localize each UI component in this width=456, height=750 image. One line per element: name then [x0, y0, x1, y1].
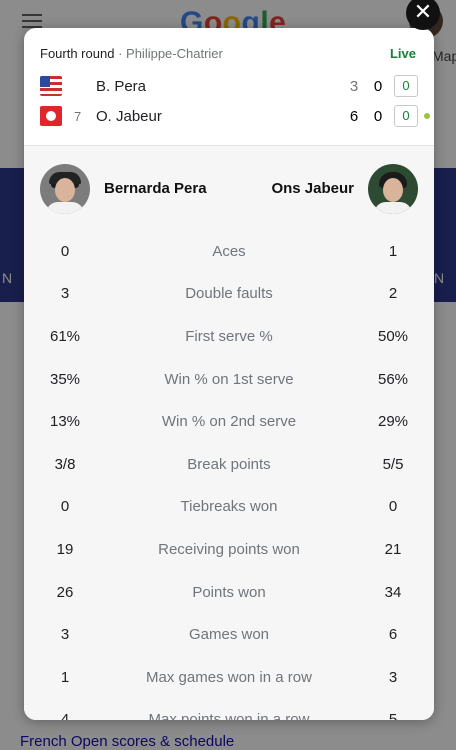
stat-value-player-2: 34: [384, 583, 402, 601]
stat-value-player-2: 5/5: [382, 455, 404, 473]
player-2-full-name: Ons Jabeur: [271, 180, 354, 197]
stat-value-player-2: 29%: [377, 413, 409, 431]
player-1-photo: [40, 164, 90, 214]
stat-label: Receiving points won: [158, 540, 300, 558]
scoreboard-row-player-2: 7 O. Jabeur 6 0 0: [40, 104, 430, 128]
stats-table: 0 Aces 1 3 Double faults 2 61% First serve % 50%…: [24, 230, 434, 720]
separator: ·: [118, 46, 123, 61]
stat-row: 3 Double faults 2: [24, 273, 434, 316]
stat-label: Break points: [187, 455, 271, 473]
set-score: 3: [349, 77, 359, 95]
stat-row: 1 Max games won in a row 3: [24, 656, 434, 699]
player-name: O. Jabeur: [96, 107, 162, 125]
stat-value-player-1: 1: [60, 668, 70, 686]
stat-label: Win % on 1st serve: [164, 370, 294, 388]
round-line: Fourth round · Philippe-Chatrier: [40, 46, 418, 61]
set-score: 0: [373, 77, 383, 95]
stat-value-player-1: 3: [60, 285, 70, 303]
seed: 7: [74, 108, 82, 124]
stat-value-player-1: 19: [56, 540, 74, 558]
stat-label: Max points won in a row: [148, 711, 310, 720]
stat-row: 13% Win % on 2nd serve 29%: [24, 400, 434, 443]
stat-label: Max games won in a row: [146, 668, 312, 686]
stat-value-player-1: 61%: [49, 327, 81, 345]
scoreboard-row-player-1: B. Pera 3 0 0: [40, 74, 418, 98]
stat-value-player-2: 6: [388, 626, 398, 644]
live-badge: Live: [389, 46, 416, 61]
stat-label: Win % on 2nd serve: [161, 413, 297, 431]
set-score: 6: [349, 107, 359, 125]
serving-indicator-icon: [424, 113, 430, 119]
stat-row: 0 Aces 1: [24, 230, 434, 273]
stat-value-player-2: 21: [384, 540, 402, 558]
current-game-score: 0: [394, 75, 418, 97]
current-game-score: 0: [394, 105, 418, 127]
venue-label: Philippe-Chatrier: [126, 46, 223, 61]
stat-value-player-2: 0: [388, 498, 398, 516]
stat-value-player-1: 0: [60, 498, 70, 516]
stat-row: 4 Max points won in a row 5: [24, 699, 434, 720]
stat-value-player-2: 2: [388, 285, 398, 303]
stat-value-player-1: 26: [56, 583, 74, 601]
stat-value-player-1: 4: [60, 711, 70, 720]
player-1-full-name: Bernarda Pera: [104, 180, 207, 197]
stat-value-player-1: 3/8: [54, 455, 76, 473]
stat-value-player-1: 0: [60, 242, 70, 260]
stat-value-player-2: 50%: [377, 327, 409, 345]
stat-label: Points won: [192, 583, 266, 601]
stat-value-player-2: 3: [388, 668, 398, 686]
stats-players-header: Bernarda Pera Ons Jabeur: [24, 146, 434, 230]
stat-label: First serve %: [185, 327, 273, 345]
match-stats-dialog: Fourth round · Philippe-Chatrier Live B.…: [24, 28, 434, 720]
stat-row: 19 Receiving points won 21: [24, 528, 434, 571]
stat-label: Double faults: [185, 285, 273, 303]
stat-value-player-1: 35%: [49, 370, 81, 388]
player-name: B. Pera: [96, 77, 147, 95]
stat-label: Games won: [188, 626, 270, 644]
stat-row: 26 Points won 34: [24, 571, 434, 614]
stat-row: 0 Tiebreaks won 0: [24, 486, 434, 529]
stat-label: Tiebreaks won: [180, 498, 278, 516]
tn-flag-icon: [40, 106, 62, 126]
stat-row: 3 Games won 6: [24, 613, 434, 656]
player-2-photo: [368, 164, 418, 214]
stats-panel[interactable]: Bernarda Pera Ons Jabeur 0 Aces 1 3 Double f…: [24, 146, 434, 720]
stat-row: 61% First serve % 50%: [24, 315, 434, 358]
stat-value-player-2: 56%: [377, 370, 409, 388]
stat-value-player-1: 3: [60, 626, 70, 644]
stat-label: Aces: [212, 242, 246, 260]
stat-row: 3/8 Break points 5/5: [24, 443, 434, 486]
stat-value-player-1: 13%: [49, 413, 81, 431]
stat-value-player-2: 5: [388, 711, 398, 720]
stat-row: 35% Win % on 1st serve 56%: [24, 358, 434, 401]
set-score: 0: [373, 107, 383, 125]
stat-value-player-2: 1: [388, 242, 398, 260]
scoreboard[interactable]: Fourth round · Philippe-Chatrier Live B.…: [24, 28, 434, 146]
us-flag-icon: [40, 76, 62, 96]
round-label: Fourth round: [40, 46, 115, 61]
